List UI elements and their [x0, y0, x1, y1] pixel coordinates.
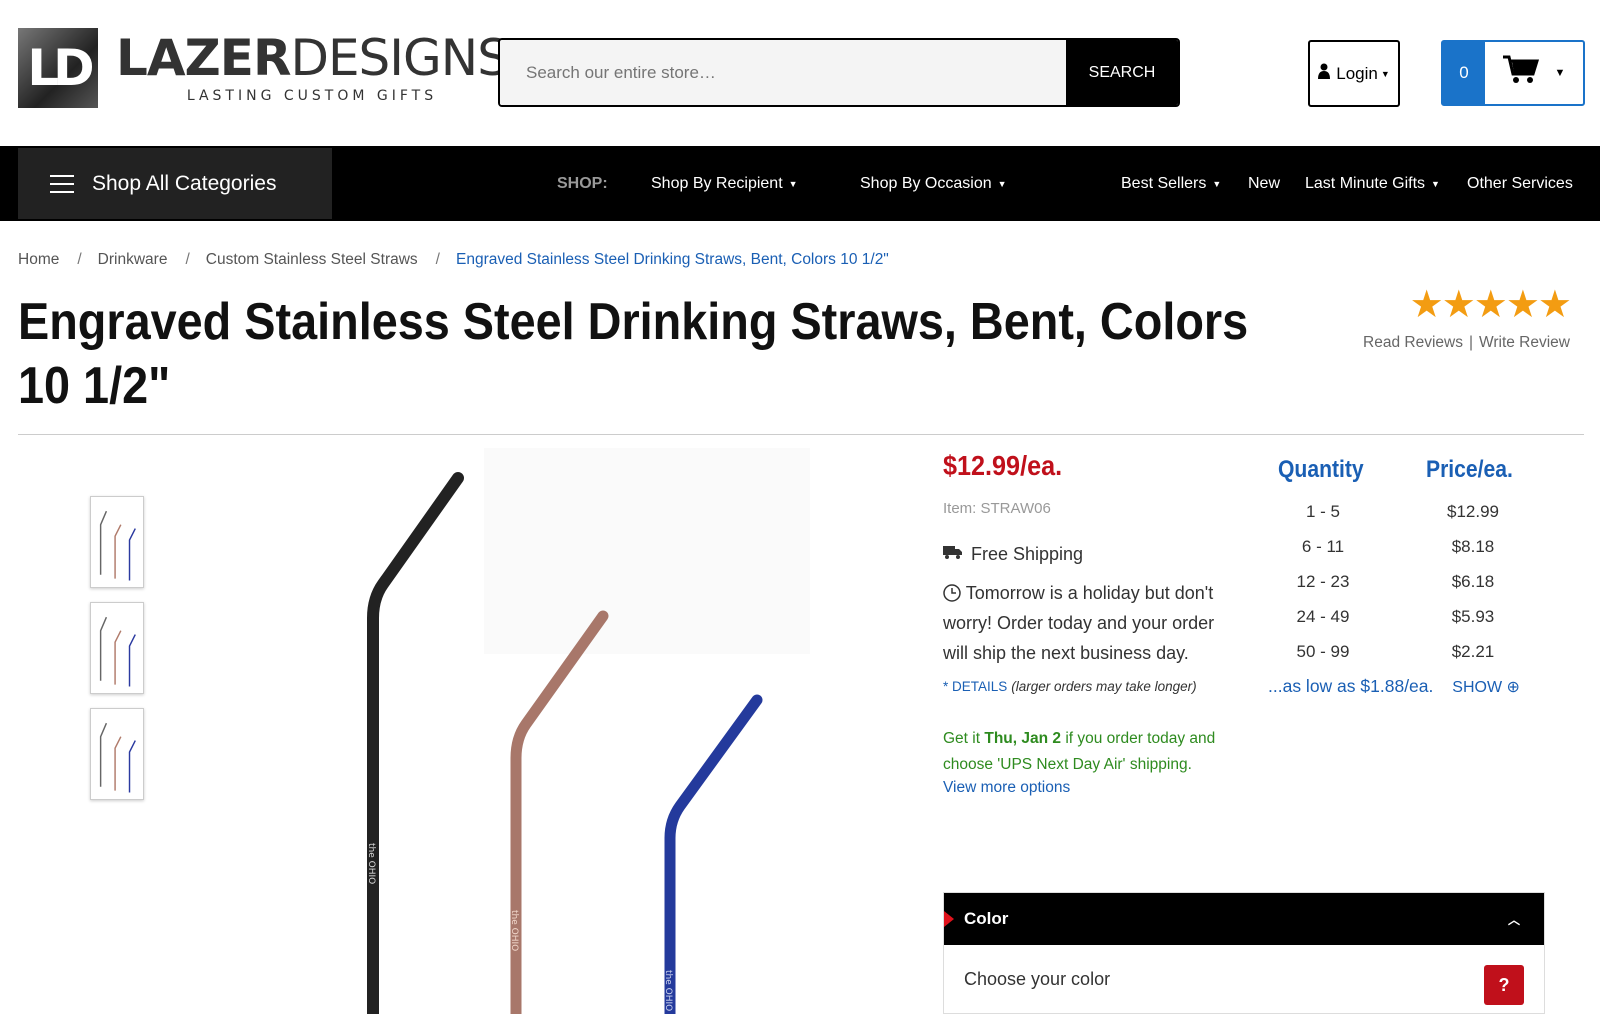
table-cell-price: $8.18 [1451, 537, 1495, 556]
product-rating: ★★★★★ Read Reviews | Write Review [1350, 284, 1572, 352]
chevron-up-icon: ︿ [1507, 912, 1520, 927]
login-button[interactable]: Login ▼ [1308, 40, 1400, 107]
free-shipping: Free Shipping [943, 544, 1083, 565]
logo-name: LAZERDESIGNS [116, 29, 509, 87]
nav-item-shop-by-recipient[interactable]: Shop By Recipient ▼ [651, 146, 798, 221]
table-cell-price: $12.99 [1447, 502, 1499, 521]
caret-down-icon: ▼ [997, 178, 1007, 189]
table-cell-qty: 1 - 5 [1305, 502, 1341, 521]
breadcrumb-current[interactable]: Engraved Stainless Steel Drinking Straws… [456, 251, 889, 269]
color-prompt: Choose your color [964, 969, 1111, 989]
caret-down-icon: ▼ [1431, 178, 1440, 189]
holiday-note: Tomorrow is a holiday but don't worry! O… [943, 583, 1215, 663]
table-cell-price: $6.18 [1451, 572, 1495, 591]
cart-button[interactable]: 0 ▼ [1441, 40, 1585, 106]
straws-thumbnail-image [99, 722, 136, 793]
star-icon: ★ [1409, 284, 1444, 326]
color-option-panel: Color ︿ Choose your color ? [943, 892, 1545, 1014]
table-cell-qty: 6 - 11 [1301, 537, 1345, 556]
svg-text:the OHIO: the OHIO [366, 843, 376, 884]
table-cell-price: $5.93 [1451, 607, 1495, 626]
page-title: Engraved Stainless Steel Drinking Straws… [18, 293, 1249, 415]
straws-thumbnail-image [99, 616, 136, 687]
nav-item-best-sellers[interactable]: Best Sellers ▼ [1121, 146, 1221, 221]
site-logo[interactable]: LD LAZERDESIGNS LASTING CUSTOM GIFTS [18, 28, 509, 108]
star-icon: ★ [1441, 284, 1476, 326]
shipping-details: * DETAILS (larger orders may take longer) [943, 679, 1197, 694]
straws-thumbnail-image [99, 510, 136, 581]
logo-tagline: LASTING CUSTOM GIFTS [186, 88, 438, 104]
chevron-down-icon: ▼ [1380, 68, 1390, 79]
breadcrumb: Home / Drinkware / Custom Stainless Stee… [18, 251, 889, 269]
nav-item-last-minute-gifts[interactable]: Last Minute Gifts ▼ [1305, 146, 1440, 221]
view-more-options-link[interactable]: View more options [943, 779, 1070, 797]
breadcrumb-custom-straws[interactable]: Custom Stainless Steel Straws [206, 251, 418, 269]
table-cell-qty: 50 - 99 [1296, 642, 1350, 661]
rating-stars: ★★★★★ [1350, 284, 1572, 326]
product-thumbnail[interactable] [90, 708, 144, 800]
table-cell-qty: 12 - 23 [1296, 572, 1350, 591]
clock-icon [943, 583, 961, 603]
caret-down-icon: ▼ [788, 178, 798, 189]
nav-item-new[interactable]: New [1248, 146, 1280, 221]
main-nav: Shop All Categories SHOP: Shop By Recipi… [0, 146, 1600, 221]
star-icon: ★ [1505, 284, 1540, 326]
nav-shop-label: SHOP: [557, 174, 608, 192]
cart-icon [1502, 54, 1539, 93]
search-button[interactable]: SEARCH [1066, 40, 1178, 105]
caret-down-icon: ▼ [1212, 178, 1222, 189]
cart-count: 0 [1443, 42, 1485, 104]
item-number: Item: STRAW06 [943, 500, 1051, 517]
product-price: $12.99/ea. [943, 450, 1063, 481]
delivery-estimate: Get it Thu, Jan 2 if you order today and… [943, 730, 1216, 773]
write-review-link[interactable]: Write Review [1479, 334, 1570, 351]
star-icon: ★ [1537, 284, 1572, 326]
table-cell-qty: 24 - 49 [1296, 607, 1350, 626]
color-accordion-header[interactable]: Color ︿ [944, 893, 1544, 945]
hamburger-icon [50, 174, 74, 193]
star-icon: ★ [1473, 284, 1508, 326]
read-reviews-link[interactable]: Read Reviews [1363, 334, 1463, 351]
breadcrumb-home[interactable]: Home [18, 251, 59, 269]
site-header: LD LAZERDESIGNS LASTING CUSTOM GIFTS SEA… [0, 0, 1600, 146]
user-icon [1318, 63, 1331, 84]
search-bar: SEARCH [498, 38, 1180, 107]
divider [18, 434, 1584, 435]
plus-circle-icon: ⊕ [1506, 679, 1520, 696]
svg-text:the OHIO: the OHIO [509, 910, 519, 951]
table-cell-price: $2.21 [1451, 642, 1495, 661]
nav-item-shop-by-occasion[interactable]: Shop By Occasion ▼ [860, 146, 1007, 221]
product-main-image[interactable]: the OHIO the OHIO the OHIO [160, 448, 920, 1014]
svg-text:the OHIO: the OHIO [663, 970, 673, 1011]
show-more-pricing-button[interactable]: SHOW ⊕ [1452, 679, 1520, 696]
required-flag-icon [944, 911, 954, 927]
search-input[interactable] [500, 40, 1066, 105]
nav-item-other-services[interactable]: Other Services [1467, 146, 1573, 221]
details-link[interactable]: * DETAILS [943, 679, 1007, 694]
breadcrumb-drinkware[interactable]: Drinkware [98, 251, 168, 269]
product-thumbnail[interactable] [90, 602, 144, 694]
price-header: Price/ea. [1426, 456, 1513, 483]
chevron-down-icon: ▼ [1554, 67, 1566, 79]
quantity-header: Quantity [1278, 456, 1364, 483]
product-thumbnail[interactable] [90, 496, 144, 588]
truck-icon [943, 545, 963, 564]
logo-mark: LD [18, 28, 98, 108]
shop-all-categories-button[interactable]: Shop All Categories [18, 148, 332, 219]
as-low-as: ...as low as $1.88/ea. SHOW ⊕ [1268, 676, 1520, 696]
login-label: Login [1336, 63, 1378, 83]
help-button[interactable]: ? [1484, 965, 1524, 1005]
